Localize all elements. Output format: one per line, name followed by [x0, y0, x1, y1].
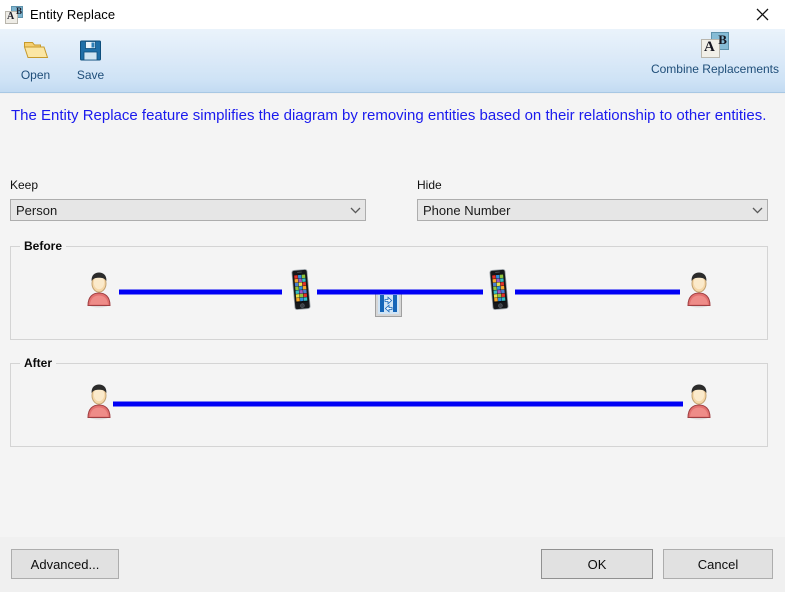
relationship-edge [317, 289, 483, 295]
before-groupbox: Before [10, 239, 768, 340]
app-icon-letter-b: B [15, 5, 22, 16]
phone-entity-icon [290, 269, 312, 316]
after-diagram [11, 364, 767, 446]
combine-icon-letter-a: A [703, 39, 715, 55]
entity-replace-dialog: A B Entity Replace Open Save A B Combine… [0, 0, 785, 592]
window-title: Entity Replace [30, 7, 116, 22]
window-titlebar: A B Entity Replace [0, 0, 785, 29]
person-entity-icon [85, 272, 113, 313]
save-button[interactable]: Save [63, 32, 118, 82]
combine-replacements-button[interactable]: A B Combine Replacements [651, 32, 779, 76]
hide-label: Hide [417, 178, 442, 192]
open-button[interactable]: Open [8, 32, 63, 82]
keep-dropdown-value: Person [16, 202, 58, 218]
hide-dropdown[interactable]: Phone Number [417, 199, 768, 221]
hide-dropdown-value: Phone Number [423, 202, 511, 218]
person-entity-icon [685, 384, 713, 425]
app-ab-icon: A B [5, 5, 23, 24]
keep-dropdown[interactable]: Person [10, 199, 366, 221]
floppy-disk-save-icon [79, 37, 102, 63]
person-entity-icon [685, 272, 713, 313]
advanced-button[interactable]: Advanced... [11, 549, 119, 579]
relationship-edge [119, 289, 282, 295]
close-icon[interactable] [739, 0, 785, 29]
after-groupbox: After [10, 356, 768, 447]
dialog-body: The Entity Replace feature simplifies th… [0, 94, 785, 537]
relationship-edge [113, 401, 683, 407]
dialog-footer: Advanced... OK Cancel [0, 537, 785, 592]
phone-entity-icon [488, 269, 510, 316]
ok-button[interactable]: OK [541, 549, 653, 579]
keep-label: Keep [10, 178, 39, 192]
open-button-label: Open [20, 68, 51, 82]
feature-description: The Entity Replace feature simplifies th… [11, 107, 767, 124]
ribbon-toolbar: Open Save A B Combine Replacements [0, 29, 785, 93]
chevron-down-icon [747, 207, 767, 214]
open-folder-icon [23, 37, 49, 63]
before-diagram [11, 247, 767, 339]
ribbon-file-group: Open Save [8, 32, 118, 82]
chevron-down-icon [345, 207, 365, 214]
save-button-label: Save [76, 68, 105, 82]
combine-ab-icon: A B [700, 32, 729, 58]
relationship-edge [515, 289, 680, 295]
app-icon-letter-a: A [7, 10, 15, 22]
cancel-button[interactable]: Cancel [663, 549, 773, 579]
combine-replacements-label: Combine Replacements [650, 62, 779, 76]
combine-icon-letter-b: B [718, 32, 727, 47]
person-entity-icon [85, 384, 113, 425]
